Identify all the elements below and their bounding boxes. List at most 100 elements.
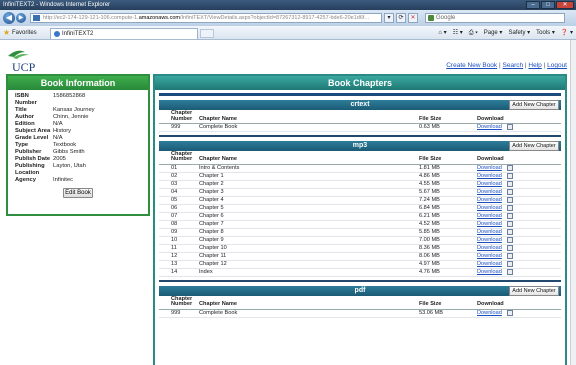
document-icon[interactable] [507, 260, 513, 267]
favorites-button[interactable]: ★ Favorites [3, 29, 37, 37]
star-icon: ★ [3, 28, 11, 37]
document-icon[interactable] [507, 180, 513, 187]
document-icon[interactable] [507, 268, 513, 275]
chapter-name: Chapter 6 [199, 212, 419, 221]
col-download: Download [477, 150, 507, 165]
document-icon[interactable] [507, 196, 513, 203]
feeds-icon[interactable]: ☷ ▾ [453, 29, 463, 37]
logout-link[interactable]: Logout [547, 62, 567, 69]
download-link[interactable]: Download [477, 173, 502, 179]
cmd-safety[interactable]: Safety ▾ [508, 29, 530, 37]
download-link[interactable]: Download [477, 245, 502, 251]
chapter-name: Chapter 3 [199, 188, 419, 197]
info-value: Infinitec [53, 177, 73, 183]
add-new-chapter-button[interactable]: Add New Chapter [509, 285, 559, 296]
download-link[interactable]: Download [477, 124, 502, 130]
chapter-section-crtext: crtext Add New Chapter Chapter Number Chapt… [159, 100, 561, 132]
forward-icon[interactable]: ▶ [16, 13, 26, 23]
chapter-number: 10 [159, 236, 199, 245]
download-link[interactable]: Download [477, 189, 502, 195]
document-icon[interactable] [507, 172, 513, 179]
refresh-icon[interactable]: ⟳ [396, 13, 406, 23]
section-title: pdf [354, 286, 366, 294]
browser-tab[interactable]: InfiniTEXT2 [50, 28, 198, 39]
info-row: ISBN Number 1586852868 [14, 93, 142, 107]
cmd-tools[interactable]: Tools ▾ [536, 29, 555, 37]
page-icon [33, 15, 40, 21]
back-icon[interactable]: ◀ [3, 12, 15, 24]
download-link[interactable]: Download [477, 253, 502, 259]
search-input[interactable]: Google [425, 13, 565, 23]
close-button[interactable]: ✕ [556, 1, 574, 9]
file-size: 7.24 MB [419, 196, 477, 205]
document-icon[interactable] [507, 236, 513, 243]
document-icon[interactable] [507, 252, 513, 259]
document-icon[interactable] [507, 212, 513, 219]
table-row: 06 Chapter 5 6.84 MB Download [159, 204, 561, 213]
book-chapters-panel: Book Chapters crtext Add New Chapter Chapt… [153, 74, 567, 365]
section-header: mp3 Add New Chapter [159, 140, 561, 151]
chapter-section-pdf: pdf Add New Chapter Chapter Number Chapter … [159, 285, 561, 318]
document-icon[interactable] [507, 228, 513, 235]
download-link[interactable]: Download [477, 181, 502, 187]
download-link[interactable]: Download [477, 310, 502, 316]
col-download: Download [477, 110, 507, 124]
file-size: 4.76 MB [419, 268, 477, 277]
info-row: Subject Area History [14, 128, 142, 135]
file-size: 4.86 MB [419, 172, 477, 181]
info-value: 1586852868 [53, 93, 86, 99]
chapter-number: 11 [159, 244, 199, 253]
download-link[interactable]: Download [477, 269, 502, 275]
col-file-size: File Size [419, 295, 477, 310]
table-row: 12 Chapter 11 8.06 MB Download [159, 252, 561, 261]
chapter-number: 14 [159, 268, 199, 277]
download-link[interactable]: Download [477, 237, 502, 243]
address-bar-row: ◀ ▶ http://ec2-174-129-121-106.compute-1… [0, 10, 576, 26]
chapter-table: Chapter Number Chapter Name File Size Downl… [159, 295, 561, 318]
home-icon[interactable]: ⌂ ▾ [438, 29, 446, 37]
document-icon[interactable] [507, 124, 513, 130]
document-icon[interactable] [507, 164, 513, 171]
info-label: Type [15, 142, 29, 148]
search-link[interactable]: Search [503, 62, 524, 69]
chapter-number: 02 [159, 172, 199, 181]
document-icon[interactable] [507, 244, 513, 251]
chapter-name: Complete Book [199, 123, 419, 132]
chapter-name: Chapter 5 [199, 204, 419, 213]
download-link[interactable]: Download [477, 165, 502, 171]
download-link[interactable]: Download [477, 197, 502, 203]
maximize-button[interactable]: □ [541, 1, 555, 9]
section-divider [159, 134, 561, 137]
help-link[interactable]: Help [528, 62, 541, 69]
document-icon[interactable] [507, 188, 513, 195]
info-row: Title Kansas Journey [14, 107, 142, 114]
document-icon[interactable] [507, 204, 513, 211]
header-links: Create New Book | Search | Help | Logout [446, 62, 567, 69]
book-information-title: Book Information [8, 76, 148, 90]
document-icon[interactable] [507, 309, 513, 316]
chapter-number: 999 [159, 309, 199, 318]
create-new-book-link[interactable]: Create New Book [446, 62, 497, 69]
stop-icon[interactable]: ✕ [408, 13, 418, 23]
cmd-page[interactable]: Page ▾ [484, 29, 503, 37]
vertical-scrollbar[interactable] [570, 40, 576, 365]
edit-book-button[interactable]: Edit Book [63, 188, 93, 198]
dropdown-icon[interactable]: ▾ [384, 13, 394, 23]
info-value: 2005 [53, 156, 66, 162]
chapter-name: Complete Book [199, 309, 419, 318]
add-new-chapter-button[interactable]: Add New Chapter [509, 100, 559, 110]
cmd-help[interactable]: ❓ ▾ [561, 29, 573, 37]
info-value: Layton, Utah [53, 163, 86, 169]
address-input[interactable]: http://ec2-174-129-121-106.compute-1.ama… [30, 13, 382, 23]
col-file-size: File Size [419, 150, 477, 165]
minimize-button[interactable]: – [526, 1, 540, 9]
new-tab-button[interactable] [200, 29, 214, 38]
download-link[interactable]: Download [477, 261, 502, 267]
download-link[interactable]: Download [477, 213, 502, 219]
print-icon[interactable]: ⎙ ▾ [469, 29, 478, 37]
download-link[interactable]: Download [477, 221, 502, 227]
download-link[interactable]: Download [477, 229, 502, 235]
add-new-chapter-button[interactable]: Add New Chapter [509, 140, 559, 151]
document-icon[interactable] [507, 220, 513, 227]
download-link[interactable]: Download [477, 205, 502, 211]
